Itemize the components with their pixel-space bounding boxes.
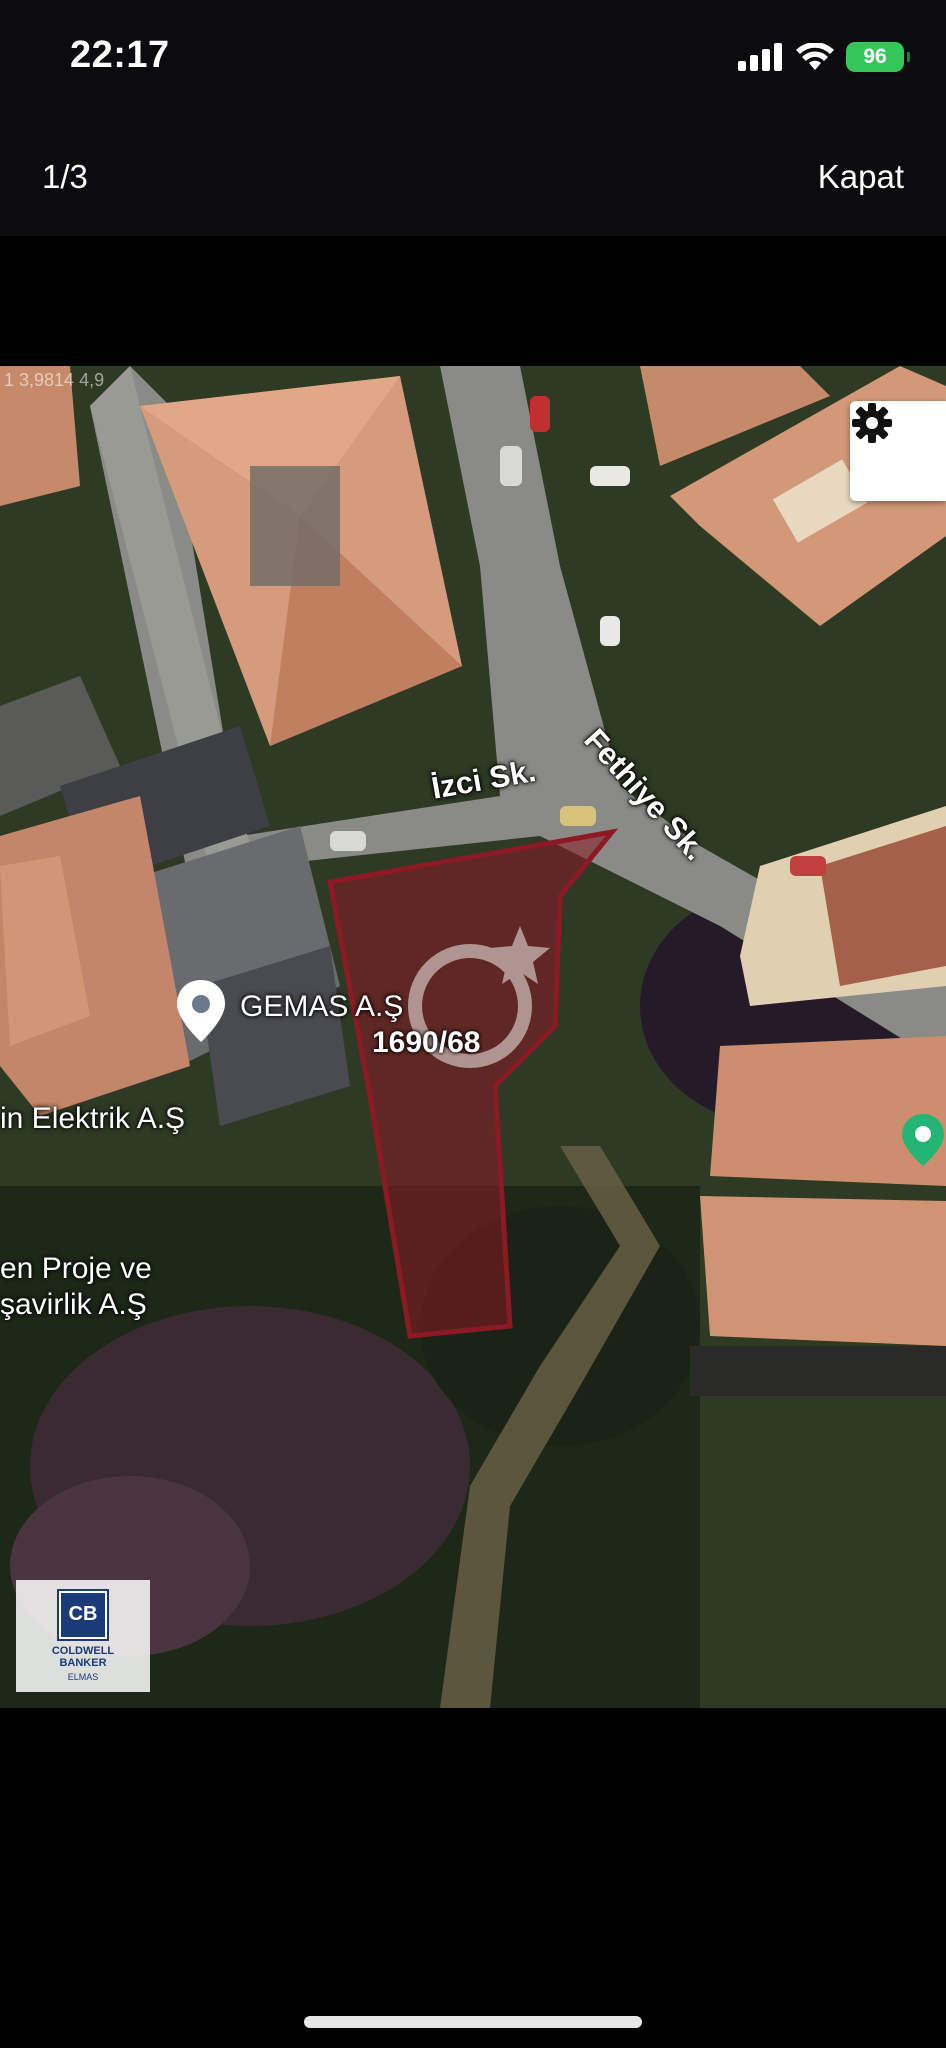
wifi-icon	[796, 43, 834, 70]
status-bar: 22:17 96	[0, 0, 946, 118]
image-counter: 1/3	[42, 158, 88, 195]
map-settings-button[interactable]	[850, 401, 946, 501]
location-pin-icon	[177, 980, 225, 1042]
viewer-header: 1/3 Kapat	[0, 118, 946, 236]
cellular-signal-icon	[738, 43, 782, 71]
battery-icon: 96	[846, 42, 910, 72]
brand-mark: CB	[57, 1588, 109, 1641]
coldwell-banker-logo: CB COLDWELL BANKER ELMAS	[16, 1580, 150, 1692]
status-icons: 96	[738, 40, 910, 74]
close-button[interactable]: Kapat	[818, 158, 904, 196]
place-label-gemas[interactable]: GEMAS A.Ş	[240, 990, 403, 1024]
map-image[interactable]: 1 3,9814 4,9 İzci Sk. Fethiye Sk. GEMAS …	[0, 366, 946, 1708]
battery-level: 96	[863, 45, 887, 68]
brand-name-line2: BANKER	[59, 1656, 107, 1669]
brand-sub: ELMAS	[67, 1671, 99, 1682]
place-label-elektrik[interactable]: in Elektrik A.Ş	[0, 1102, 185, 1136]
parcel-number: 1690/68	[372, 1026, 481, 1059]
green-location-pin-icon[interactable]	[900, 1112, 946, 1168]
gear-icon	[852, 403, 892, 443]
map-coordinates: 1 3,9814 4,9	[4, 370, 105, 390]
status-time: 22:17	[70, 34, 170, 76]
home-indicator[interactable]	[304, 2016, 642, 2028]
brand-name-line1: COLDWELL	[51, 1644, 115, 1657]
place-label-proje-line2[interactable]: şavirlik A.Ş	[0, 1288, 147, 1322]
place-label-proje-line1[interactable]: en Proje ve	[0, 1252, 152, 1286]
